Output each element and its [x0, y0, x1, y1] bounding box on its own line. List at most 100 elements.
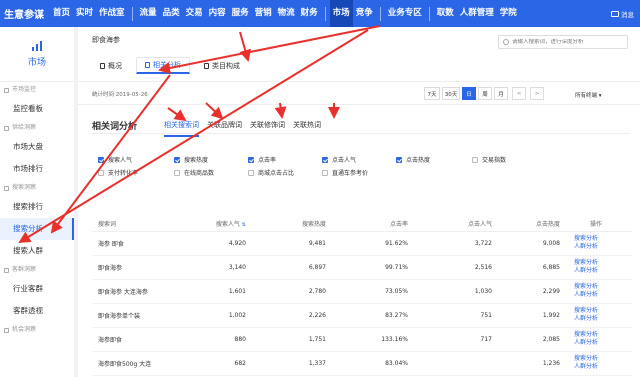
sidebar: 市场 市场监控 监控看板 供给洞察 市场大盘 市场排行 搜索洞察 搜索排行 搜索… — [0, 27, 74, 377]
cell-value: 1,992 — [498, 303, 566, 328]
related-words-table: 搜索词 搜索人气 ⇅ 搜索热度 点击率 点击人气 点击热度 操作 海参 即食 4,… — [92, 217, 632, 376]
period-7-days[interactable]: 7天 — [424, 87, 440, 100]
sidebar-item-monitor-board[interactable]: 监控看板 — [0, 98, 74, 120]
cell-value: 1,002 — [182, 303, 252, 328]
col-click-heat: 点击热度 — [498, 217, 566, 232]
metric-checkbox[interactable]: 商城点击占比 — [248, 168, 294, 177]
checkbox-icon — [174, 169, 180, 176]
subtab-modifier-words[interactable]: 关联修饰词 — [250, 120, 285, 137]
metric-checkbox[interactable]: 点击率 — [248, 155, 276, 164]
nav-academy[interactable]: 学院 — [497, 0, 520, 27]
sort-icon[interactable]: ⇅ — [242, 222, 246, 228]
nav-home[interactable]: 首页 — [50, 0, 73, 27]
cell-keyword: 海参 即食 — [92, 231, 182, 256]
crowd-analysis-link[interactable]: 人群分析 — [574, 267, 626, 275]
search-analysis-link[interactable]: 搜索分析 — [574, 235, 626, 243]
sidebar-item-search-analysis[interactable]: 搜索分析 — [0, 218, 74, 240]
search-input[interactable] — [512, 39, 622, 45]
nav-realtime[interactable]: 实时 — [73, 0, 96, 27]
sidebar-item-market-ranking[interactable]: 市场排行 — [0, 158, 74, 180]
crowd-analysis-link[interactable]: 人群分析 — [574, 339, 626, 347]
crowd-analysis-link[interactable]: 人群分析 — [574, 243, 626, 251]
subtab-hot-words[interactable]: 关联热词 — [293, 120, 321, 137]
nav-category[interactable]: 品类 — [160, 0, 183, 27]
cell-value: 2,226 — [252, 303, 332, 328]
col-search-heat: 搜索热度 — [252, 217, 332, 232]
cell-keyword: 海参即食 — [92, 327, 182, 352]
sidebar-group: 供给洞察 — [0, 120, 74, 136]
sidebar-group: 市场监控 — [0, 82, 74, 98]
nav-service[interactable]: 服务 — [229, 0, 252, 27]
nav-war-room[interactable]: 作战室 — [96, 0, 128, 27]
cell-value: 6,897 — [252, 255, 332, 280]
app-logo[interactable]: 生意参谋 — [0, 6, 50, 21]
crowd-analysis-link[interactable]: 人群分析 — [574, 291, 626, 299]
keyword-search-box[interactable] — [498, 35, 628, 49]
sidebar-item-search-ranking[interactable]: 搜索排行 — [0, 196, 74, 218]
sidebar-item-industry-crowd[interactable]: 行业客群 — [0, 278, 74, 300]
metric-checkbox[interactable]: 搜索人气 — [98, 155, 132, 164]
period-30-days[interactable]: 30天 — [442, 87, 460, 100]
cell-value: 1,236 — [498, 351, 566, 376]
nav-trade[interactable]: 交易 — [183, 0, 206, 27]
nav-competition[interactable]: 竞争 — [353, 0, 376, 27]
crowd-analysis-link[interactable]: 人群分析 — [574, 315, 626, 323]
nav-business-zone[interactable]: 业务专区 — [385, 0, 425, 27]
monitor-icon — [4, 87, 9, 93]
nav-marketing[interactable]: 营销 — [252, 0, 275, 27]
prev-date-button[interactable]: < — [512, 87, 526, 100]
subtab-related-search-words[interactable]: 相关搜索词 — [164, 120, 199, 137]
nav-logistics[interactable]: 物流 — [275, 0, 298, 27]
cell-value: 83.04% — [332, 351, 414, 376]
col-actions: 操作 — [566, 217, 632, 232]
cell-value: 1,601 — [182, 279, 252, 304]
metric-checkbox[interactable]: 点击人气 — [322, 155, 356, 164]
nav-market[interactable]: 市场 — [329, 0, 353, 27]
metric-checkbox[interactable]: 交易指数 — [472, 155, 506, 164]
search-analysis-link[interactable]: 搜索分析 — [574, 259, 626, 267]
nav-crowd-management[interactable]: 人群管理 — [457, 0, 497, 27]
terminal-select[interactable]: 所有终端 ▾ — [575, 91, 602, 99]
nav-divider — [324, 6, 326, 21]
subtab-brand-words[interactable]: 关联品牌词 — [207, 120, 242, 137]
nav-traffic[interactable]: 流量 — [137, 0, 160, 27]
cell-value: 682 — [182, 351, 252, 376]
divider — [92, 133, 630, 134]
col-search-popularity[interactable]: 搜索人气 ⇅ — [182, 217, 252, 232]
sidebar-item-market-overview[interactable]: 市场大盘 — [0, 136, 74, 158]
checkbox-checked-icon — [396, 156, 402, 163]
tab-related-analysis[interactable]: 相关分析 — [136, 57, 190, 74]
nav-content[interactable]: 内容 — [206, 0, 229, 27]
period-day[interactable]: 日 — [462, 87, 476, 100]
metric-checkbox[interactable]: 在线商品数 — [174, 168, 214, 177]
search-analysis-link[interactable]: 搜索分析 — [574, 331, 626, 339]
nav-finance[interactable]: 财务 — [298, 0, 321, 27]
search-analysis-link[interactable]: 搜索分析 — [574, 283, 626, 291]
nav-data-fetch[interactable]: 取数 — [434, 0, 457, 27]
sidebar-item-crowd-insight[interactable]: 客群透视 — [0, 300, 74, 322]
tab-overview[interactable]: 概况 — [92, 57, 130, 74]
cell-keyword: 即食海参 大连海参 — [92, 279, 182, 304]
metric-checkbox[interactable]: 支付转化率 — [98, 168, 138, 177]
cell-value: 717 — [414, 327, 498, 352]
search-analysis-link[interactable]: 搜索分析 — [574, 307, 626, 315]
search-analysis-link[interactable]: 搜索分析 — [574, 355, 626, 363]
cell-actions: 搜索分析 人群分析 — [566, 351, 632, 376]
checkbox-checked-icon — [174, 156, 180, 163]
cell-value: 3,722 — [414, 231, 498, 256]
cell-actions: 搜索分析 人群分析 — [566, 231, 632, 256]
checkbox-checked-icon — [322, 156, 328, 163]
message-label: 消息 — [621, 10, 634, 19]
message-button[interactable]: 消息 — [605, 9, 640, 19]
metric-checkbox[interactable]: 搜索热度 — [174, 155, 208, 164]
next-date-button[interactable]: > — [530, 87, 544, 100]
metric-checkbox[interactable]: 点击热度 — [396, 155, 430, 164]
crowd-analysis-link[interactable]: 人群分析 — [574, 363, 626, 371]
period-week[interactable]: 周 — [478, 87, 492, 100]
sidebar-group: 机会洞察 — [0, 322, 74, 338]
period-month[interactable]: 月 — [494, 87, 508, 100]
checkbox-checked-icon — [248, 156, 254, 163]
sidebar-item-search-crowd[interactable]: 搜索人群 — [0, 240, 74, 262]
tab-category-composition[interactable]: 类目构成 — [196, 57, 248, 74]
metric-checkbox[interactable]: 直通车参考价 — [322, 168, 368, 177]
